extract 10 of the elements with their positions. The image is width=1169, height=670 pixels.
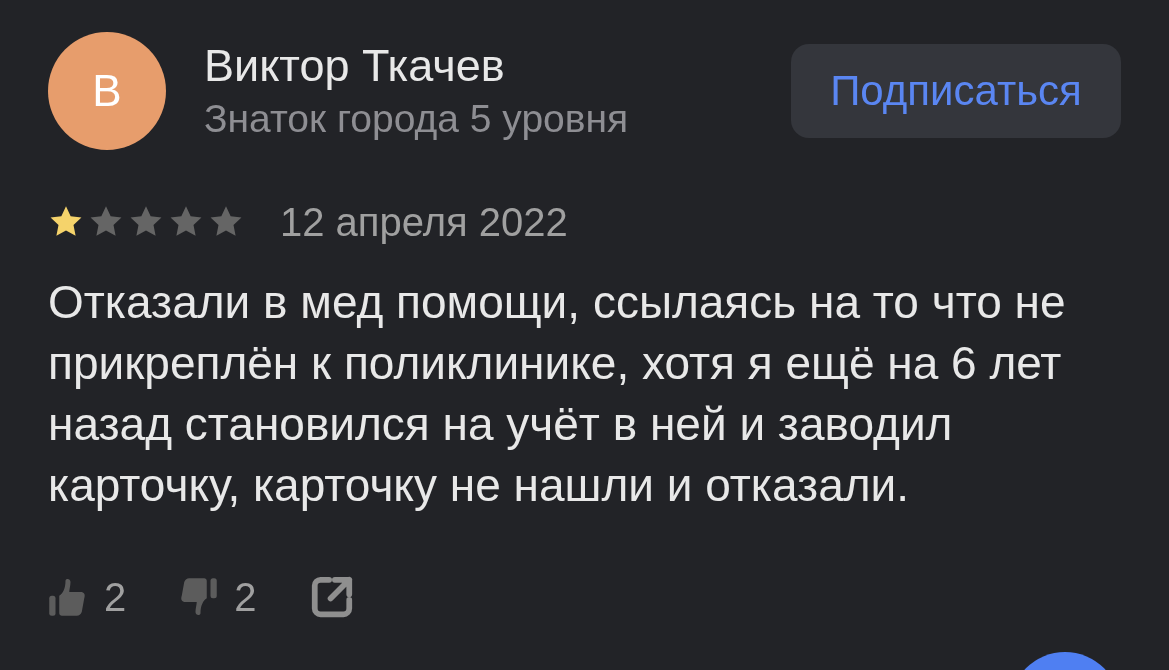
like-count: 2 [104,574,127,620]
thumbs-up-icon[interactable] [48,577,88,617]
author-name[interactable]: Виктор Ткачев [204,38,791,94]
dislike-count: 2 [234,574,257,620]
avatar: В [48,32,166,150]
author-level: Знаток города 5 уровня [204,96,630,142]
subscribe-button[interactable]: Подписаться [791,44,1121,138]
review-date: 12 апреля 2022 [280,199,568,245]
thumbs-down-icon[interactable] [178,577,219,617]
review-text: Отказали в мед помощи, ссылаясь на то что не прикреплён к поликлинике, хотя я ещё на 6 лет назад становился на учёт в ней и заводил карточку, карточку не нашли и отказали. [48,275,1067,513]
